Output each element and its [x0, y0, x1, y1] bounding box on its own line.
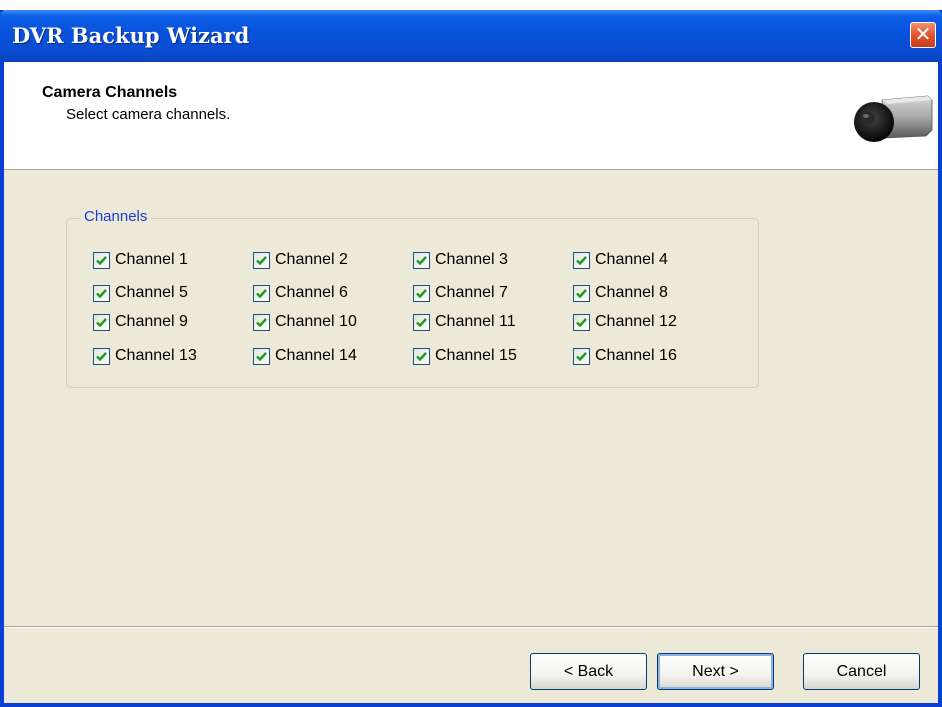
checkbox-box[interactable]: [93, 313, 110, 331]
checkmark-icon: [256, 351, 267, 361]
checkmark-icon: [96, 288, 107, 298]
wizard-window: DVR Backup Wizard ✕ Camera Channels Sele…: [0, 10, 942, 707]
channel-checkbox[interactable]: Channel 12: [573, 311, 677, 333]
channel-checkbox[interactable]: Channel 8: [573, 282, 668, 304]
channel-label: Channel 11: [435, 313, 516, 330]
channel-label: Channel 12: [595, 313, 677, 330]
channel-label: Channel 8: [595, 284, 668, 301]
close-icon: ✕: [914, 22, 932, 46]
channel-checkbox[interactable]: Channel 5: [93, 282, 188, 304]
checkmark-icon: [576, 317, 587, 327]
channel-checkbox[interactable]: Channel 11: [413, 311, 516, 333]
checkmark-icon: [416, 255, 427, 265]
checkmark-icon: [576, 255, 587, 265]
next-button[interactable]: Next >: [657, 653, 774, 690]
channel-label: Channel 16: [595, 347, 677, 364]
footer-divider: [4, 626, 938, 628]
checkbox-box[interactable]: [573, 251, 590, 269]
channel-label: Channel 1: [115, 251, 188, 268]
channel-checkbox[interactable]: Channel 6: [253, 282, 348, 304]
channel-label: Channel 4: [595, 251, 668, 268]
checkbox-box[interactable]: [573, 284, 590, 302]
channel-checkbox[interactable]: Channel 4: [573, 249, 668, 271]
title-bar[interactable]: DVR Backup Wizard ✕: [0, 10, 942, 62]
wizard-header: Camera Channels Select camera channels.: [4, 62, 938, 170]
cancel-button[interactable]: Cancel: [803, 653, 920, 690]
checkmark-icon: [416, 288, 427, 298]
channel-checkbox[interactable]: Channel 2: [253, 249, 348, 271]
checkbox-box[interactable]: [93, 347, 110, 365]
checkbox-box[interactable]: [253, 313, 270, 331]
checkmark-icon: [576, 288, 587, 298]
checkbox-box[interactable]: [253, 347, 270, 365]
channels-group: Channels Channel 1 Channel 2 Channel 3 Chan…: [66, 208, 759, 388]
back-button[interactable]: < Back: [530, 653, 647, 690]
channel-checkbox[interactable]: Channel 3: [413, 249, 508, 271]
channel-checkbox[interactable]: Channel 7: [413, 282, 508, 304]
checkbox-box[interactable]: [413, 347, 430, 365]
checkbox-box[interactable]: [413, 313, 430, 331]
checkmark-icon: [96, 351, 107, 361]
checkbox-box[interactable]: [573, 347, 590, 365]
checkmark-icon: [576, 351, 587, 361]
checkmark-icon: [256, 255, 267, 265]
channel-checkbox[interactable]: Channel 9: [93, 311, 188, 333]
checkmark-icon: [256, 317, 267, 327]
page-title: Camera Channels: [42, 84, 178, 101]
channel-label: Channel 15: [435, 347, 517, 364]
channel-checkbox[interactable]: Channel 1: [93, 249, 188, 271]
window-title: DVR Backup Wizard: [12, 23, 250, 48]
checkbox-box[interactable]: [93, 284, 110, 302]
checkmark-icon: [416, 351, 427, 361]
page-subtitle: Select camera channels.: [66, 106, 231, 123]
checkbox-box[interactable]: [573, 313, 590, 331]
checkmark-icon: [256, 288, 267, 298]
channel-label: Channel 5: [115, 284, 188, 301]
channel-label: Channel 6: [275, 284, 348, 301]
checkbox-box[interactable]: [93, 251, 110, 269]
checkbox-box[interactable]: [253, 284, 270, 302]
camera-icon: [854, 95, 933, 142]
checkbox-box[interactable]: [413, 284, 430, 302]
checkmark-icon: [416, 317, 427, 327]
channel-checkbox[interactable]: Channel 16: [573, 345, 677, 367]
channel-checkbox[interactable]: Channel 13: [93, 345, 197, 367]
channel-label: Channel 9: [115, 313, 188, 330]
channel-label: Channel 2: [275, 251, 348, 268]
channel-label: Channel 10: [275, 313, 357, 330]
checkbox-box[interactable]: [253, 251, 270, 269]
channel-checkbox[interactable]: Channel 14: [253, 345, 357, 367]
checkbox-box[interactable]: [413, 251, 430, 269]
close-button[interactable]: ✕: [910, 22, 936, 48]
checkmark-icon: [96, 255, 107, 265]
channel-label: Channel 14: [275, 347, 357, 364]
channels-group-label: Channels: [81, 208, 151, 225]
channel-checkbox[interactable]: Channel 10: [253, 311, 357, 333]
checkmark-icon: [96, 317, 107, 327]
channel-label: Channel 13: [115, 347, 197, 364]
channel-label: Channel 7: [435, 284, 508, 301]
channel-label: Channel 3: [435, 251, 508, 268]
channel-checkbox[interactable]: Channel 15: [413, 345, 517, 367]
